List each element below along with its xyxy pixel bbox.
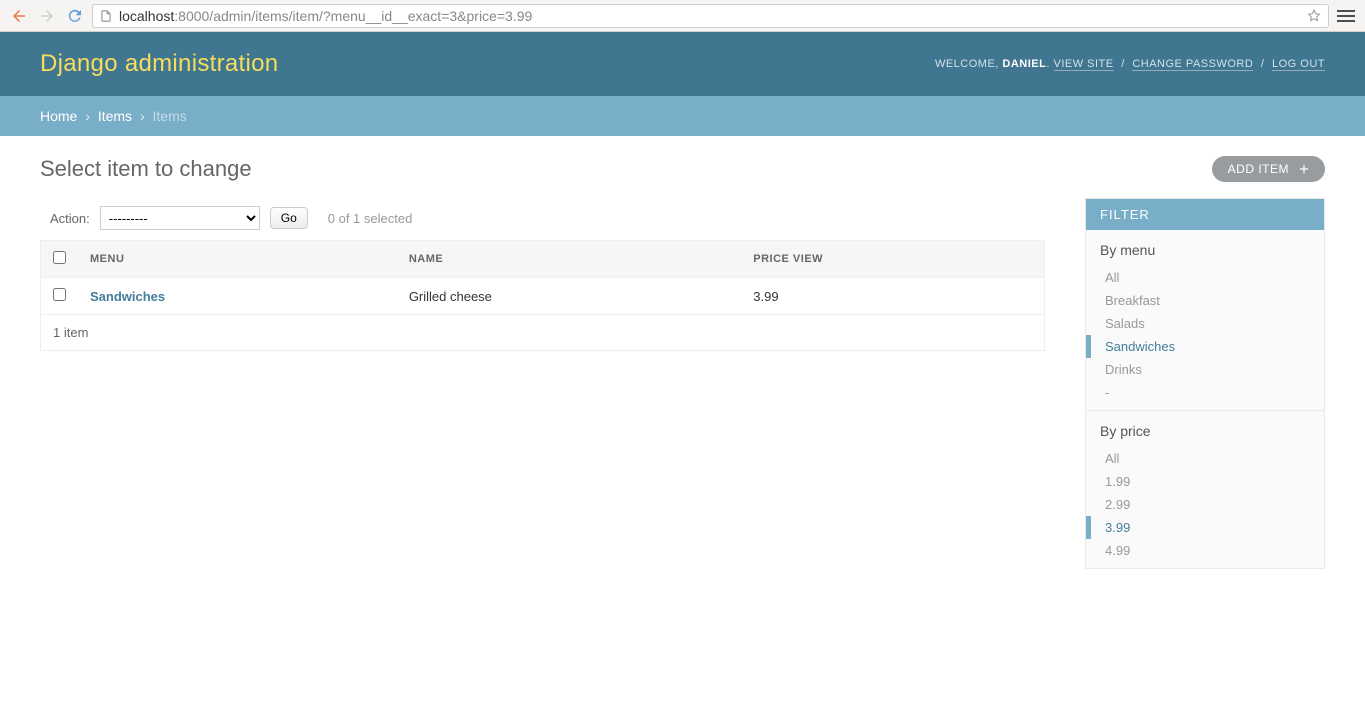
filter-menu-item[interactable]: Sandwiches [1086, 335, 1324, 358]
filter-menu-item[interactable]: Salads [1086, 312, 1324, 335]
action-label: Action: [50, 211, 90, 226]
row-checkbox[interactable] [53, 288, 66, 301]
admin-header: Django administration WELCOME, DANIEL. V… [0, 32, 1365, 96]
view-site-link[interactable]: VIEW SITE [1054, 58, 1114, 71]
action-select[interactable]: --------- [100, 206, 260, 230]
url-text: localhost:8000/admin/items/item/?menu__i… [119, 8, 532, 24]
select-all-checkbox[interactable] [53, 251, 66, 264]
cell-menu: Sandwiches [78, 278, 397, 315]
filter-price-item[interactable]: 3.99 [1086, 516, 1324, 539]
filter-price-item[interactable]: 2.99 [1086, 493, 1324, 516]
username: DANIEL [1002, 58, 1046, 70]
add-item-button[interactable]: ADD ITEM [1212, 156, 1325, 182]
plus-icon [1297, 162, 1311, 176]
filter-menu-item[interactable]: All [1086, 266, 1324, 289]
page-icon [99, 9, 113, 23]
breadcrumb: Home › Items › Items [0, 96, 1365, 136]
cell-name: Grilled cheese [397, 278, 741, 315]
add-item-label: ADD ITEM [1228, 162, 1289, 176]
user-links: WELCOME, DANIEL. VIEW SITE / CHANGE PASS… [935, 58, 1325, 70]
col-menu[interactable]: MENU [78, 241, 397, 278]
back-button[interactable] [8, 5, 30, 27]
url-bar[interactable]: localhost:8000/admin/items/item/?menu__i… [92, 4, 1329, 28]
breadcrumb-app[interactable]: Items [98, 108, 132, 124]
filter-by-price-label: By price [1086, 411, 1324, 447]
col-price[interactable]: PRICE VIEW [741, 241, 1044, 278]
change-password-link[interactable]: CHANGE PASSWORD [1132, 58, 1253, 71]
page-title: Select item to change [40, 156, 252, 182]
sidebar: ADD ITEM FILTER By menu AllBreakfastSala… [1085, 156, 1325, 569]
table-row: Sandwiches Grilled cheese3.99 [41, 278, 1045, 315]
filter-box: FILTER By menu AllBreakfastSaladsSandwic… [1085, 198, 1325, 569]
main-content: Select item to change Action: --------- … [40, 156, 1045, 351]
browser-chrome: localhost:8000/admin/items/item/?menu__i… [0, 0, 1365, 32]
browser-menu-button[interactable] [1335, 5, 1357, 27]
reload-button[interactable] [64, 5, 86, 27]
arrow-right-icon [38, 7, 56, 25]
filter-by-menu-label: By menu [1086, 230, 1324, 266]
breadcrumb-model: Items [153, 108, 187, 124]
filter-menu-item[interactable]: Drinks [1086, 358, 1324, 381]
filter-menu-item[interactable]: - [1086, 381, 1324, 404]
filter-section-menu: By menu AllBreakfastSaladsSandwichesDrin… [1086, 230, 1324, 411]
filter-price-item[interactable]: All [1086, 447, 1324, 470]
site-title: Django administration [40, 50, 278, 78]
forward-button[interactable] [36, 5, 58, 27]
bookmark-star-icon[interactable] [1306, 8, 1322, 24]
filter-title: FILTER [1086, 199, 1324, 230]
row-checkbox-cell [41, 278, 79, 315]
menu-link[interactable]: Sandwiches [90, 289, 165, 304]
go-button[interactable]: Go [270, 207, 308, 229]
header-checkbox-cell [41, 241, 79, 278]
paginator: 1 item [40, 315, 1045, 351]
cell-price: 3.99 [741, 278, 1044, 315]
result-table: MENU NAME PRICE VIEW Sandwiches Grilled c… [40, 240, 1045, 315]
filter-menu-item[interactable]: Breakfast [1086, 289, 1324, 312]
filter-section-price: By price All1.992.993.994.99 [1086, 411, 1324, 568]
filter-price-item[interactable]: 1.99 [1086, 470, 1324, 493]
filter-price-item[interactable]: 4.99 [1086, 539, 1324, 562]
selection-count: 0 of 1 selected [328, 211, 413, 226]
breadcrumb-home[interactable]: Home [40, 108, 77, 124]
logout-link[interactable]: LOG OUT [1272, 58, 1325, 71]
arrow-left-icon [10, 7, 28, 25]
actions-bar: Action: --------- Go 0 of 1 selected [40, 206, 1045, 230]
col-name[interactable]: NAME [397, 241, 741, 278]
reload-icon [66, 7, 84, 25]
welcome-text: WELCOME, [935, 58, 999, 70]
